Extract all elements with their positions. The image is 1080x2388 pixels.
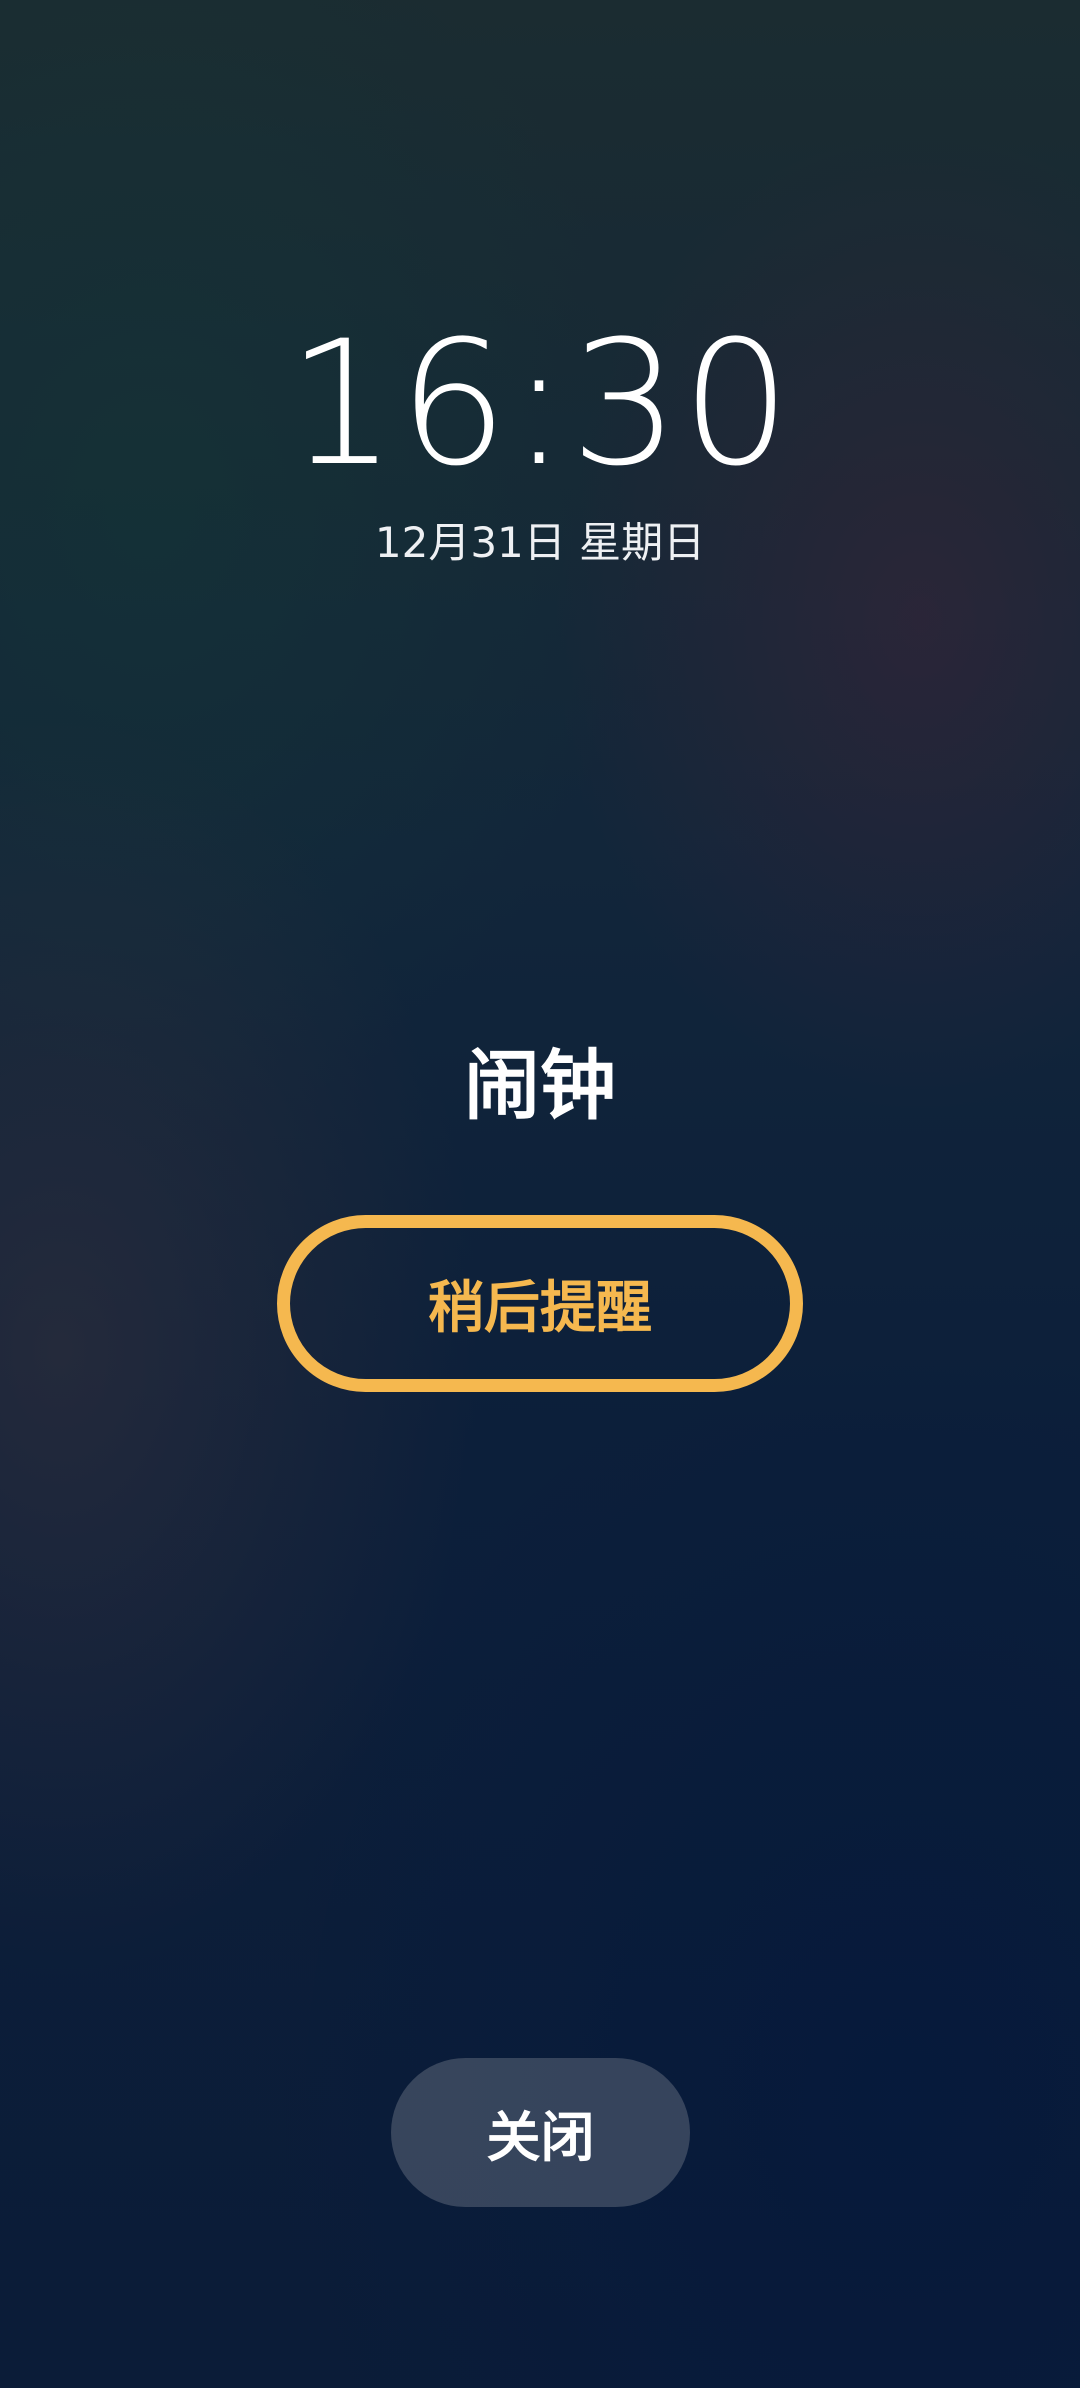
snooze-button[interactable]: 稍后提醒 xyxy=(277,1215,803,1392)
dismiss-button[interactable]: 关闭 xyxy=(391,2058,690,2207)
alarm-title: 闹钟 xyxy=(464,1041,616,1130)
clock-time: 16:30 xyxy=(287,303,793,504)
snooze-button-label: 稍后提醒 xyxy=(428,1276,652,1341)
dismiss-button-label: 关闭 xyxy=(486,2106,595,2169)
clock-date: 12月31日 星期日 xyxy=(374,518,706,567)
